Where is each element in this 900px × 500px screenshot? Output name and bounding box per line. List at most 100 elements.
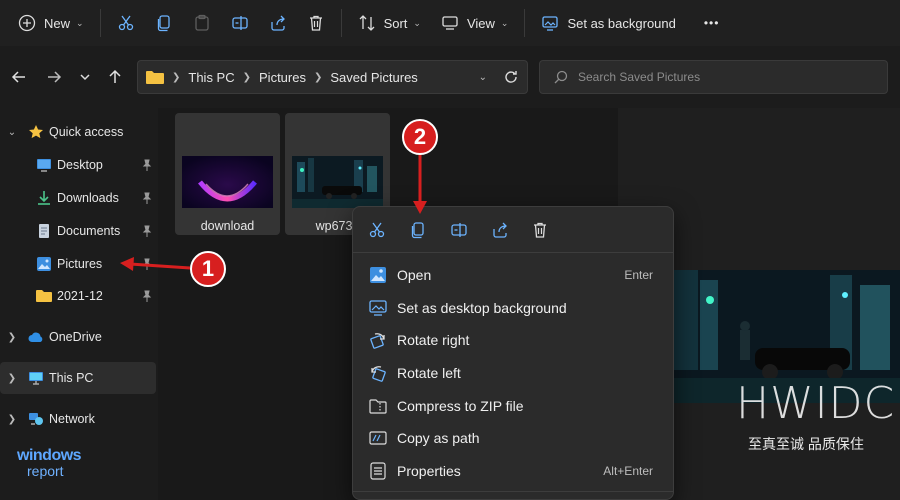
menu-item-open[interactable]: Open Enter (357, 259, 669, 291)
arrow-up-icon (109, 69, 121, 83)
more-options-button[interactable]: ••• (686, 7, 730, 39)
chevron-right-icon: ❯ (172, 71, 181, 83)
chevron-right-icon[interactable]: ❯ (6, 332, 18, 343)
menu-item-copy-as-path[interactable]: Copy as path (357, 422, 669, 454)
sidebar-item-2021-12[interactable]: 2021-12 (0, 280, 156, 312)
chevron-down-icon[interactable]: ⌄ (479, 72, 487, 83)
copy-path-icon (369, 429, 387, 447)
pin-icon[interactable] (142, 159, 152, 171)
menu-item-set-as-desktop-background[interactable]: Set as desktop background (357, 292, 669, 324)
chevron-right-icon: ❯ (313, 71, 323, 83)
share-icon (493, 222, 507, 238)
share-button[interactable] (259, 7, 297, 39)
menu-item-label: Properties (397, 463, 461, 479)
refresh-icon[interactable] (503, 69, 519, 85)
set-as-background-label: Set as background (567, 15, 676, 31)
sidebar-item-label: 2021-12 (57, 289, 103, 303)
delete-button[interactable] (297, 7, 335, 39)
breadcrumb-saved-pictures[interactable]: Saved Pictures (330, 70, 417, 85)
sidebar-item-quick-access[interactable]: ⌄ Quick access (0, 116, 156, 148)
sidebar-item-downloads[interactable]: Downloads (0, 182, 156, 214)
pin-icon[interactable] (142, 192, 152, 204)
separator (524, 9, 526, 37)
sidebar-item-network[interactable]: ❯ Network (0, 403, 156, 435)
breadcrumb-this-pc[interactable]: This PC (188, 70, 234, 85)
menu-item-label: Compress to ZIP file (397, 398, 524, 414)
sort-button[interactable]: Sort ⌄ (348, 7, 431, 39)
copy-button[interactable] (145, 7, 183, 39)
rename-button[interactable] (448, 219, 470, 241)
menu-item-compress-to-zip[interactable]: Compress to ZIP file (357, 390, 669, 422)
command-bar: New ⌄ Sort ⌄ View ⌄ Set as background ••… (0, 0, 900, 46)
menu-item-rotate-left[interactable]: Rotate left (357, 357, 669, 389)
rename-icon (451, 223, 467, 237)
watermark-subtext: 至真至诚 品质保住 (748, 436, 864, 452)
cut-button[interactable] (366, 219, 388, 241)
menu-item-properties[interactable]: Properties Alt+Enter (357, 455, 669, 487)
sidebar-item-label: Downloads (57, 191, 119, 205)
context-menu: Open Enter Set as desktop background Rot… (352, 206, 674, 500)
rename-button[interactable] (221, 7, 259, 39)
sidebar-item-label: OneDrive (49, 330, 102, 344)
sidebar-item-desktop[interactable]: Desktop (0, 149, 156, 181)
breadcrumb-pictures[interactable]: Pictures (259, 70, 306, 85)
arrow-left-icon (11, 71, 25, 83)
up-button[interactable] (104, 66, 126, 88)
set-as-background-button[interactable]: Set as background (531, 7, 685, 39)
sidebar-item-pictures[interactable]: Pictures (0, 248, 156, 280)
search-input[interactable]: Search Saved Pictures (539, 60, 888, 94)
recent-locations-button[interactable] (74, 66, 96, 88)
sidebar-item-label: Desktop (57, 158, 103, 172)
separator (99, 9, 101, 37)
sidebar-item-this-pc[interactable]: ❯ This PC (0, 362, 156, 394)
pin-icon[interactable] (142, 290, 152, 302)
delete-button[interactable] (529, 219, 551, 241)
back-button[interactable] (8, 66, 30, 88)
share-icon (269, 14, 287, 32)
pin-icon[interactable] (142, 225, 152, 237)
view-icon (441, 14, 459, 32)
annotation-badge-1: 1 (190, 251, 226, 287)
separator (340, 9, 342, 37)
chevron-right-icon[interactable]: ❯ (6, 414, 18, 425)
address-bar[interactable]: ❯ This PC ❯ Pictures ❯ Saved Pictures ⌄ (137, 60, 528, 94)
image-open-icon (369, 266, 387, 284)
rotate-right-icon (369, 331, 387, 349)
copy-icon (411, 222, 424, 239)
view-button[interactable]: View ⌄ (431, 7, 519, 39)
paste-button[interactable] (183, 7, 221, 39)
navigation-pane: ⌄ Quick access Desktop Downloads Documen… (0, 108, 158, 500)
file-name: download (200, 219, 255, 233)
plus-circle-icon (18, 14, 36, 32)
copy-button[interactable] (407, 219, 429, 241)
sidebar-item-documents[interactable]: Documents (0, 215, 156, 247)
chevron-down-icon[interactable]: ⌄ (6, 127, 18, 138)
sidebar-item-label: Network (49, 412, 95, 426)
new-button[interactable]: New ⌄ (8, 7, 94, 39)
search-placeholder: Search Saved Pictures (578, 70, 701, 84)
forward-button[interactable] (43, 66, 65, 88)
rename-icon (231, 14, 249, 32)
annotation-badge-2: 2 (402, 119, 438, 155)
cut-button[interactable] (107, 7, 145, 39)
properties-icon (369, 462, 387, 480)
cloud-icon (28, 329, 44, 345)
copy-icon (155, 14, 173, 32)
share-button[interactable] (489, 219, 511, 241)
pin-icon[interactable] (142, 258, 152, 270)
folder-icon (36, 288, 52, 304)
file-tile-download[interactable]: download (175, 113, 280, 235)
network-icon (28, 411, 44, 427)
pictures-icon (36, 256, 52, 272)
chevron-down-icon: ⌄ (76, 17, 84, 28)
chevron-right-icon[interactable]: ❯ (6, 373, 18, 384)
new-label: New (44, 15, 71, 31)
sidebar-item-label: This PC (49, 371, 94, 385)
sort-label: Sort (383, 15, 408, 31)
delete-icon (534, 222, 546, 238)
menu-item-rotate-right[interactable]: Rotate right (357, 324, 669, 356)
sidebar-item-onedrive[interactable]: ❯ OneDrive (0, 321, 156, 353)
download-icon (36, 190, 52, 206)
arrow-right-icon (48, 71, 62, 83)
menu-item-label: Rotate left (397, 365, 461, 381)
